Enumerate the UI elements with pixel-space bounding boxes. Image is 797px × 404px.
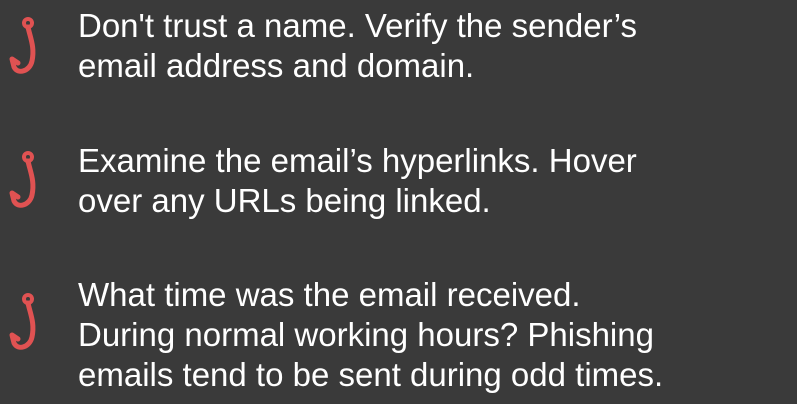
tip-text: Examine the email’s hyperlinks. Hover ove… (78, 142, 637, 219)
tip-text: Don't trust a name. Verify the sender’s e… (78, 7, 638, 84)
tip-text: What time was the email received. During … (78, 276, 664, 393)
phishing-tips-list: Don't trust a name. Verify the sender’s e… (0, 0, 797, 404)
fish-hook-icon (9, 151, 36, 208)
fish-hook-icon (9, 293, 36, 350)
fish-hook-icon (9, 17, 36, 74)
